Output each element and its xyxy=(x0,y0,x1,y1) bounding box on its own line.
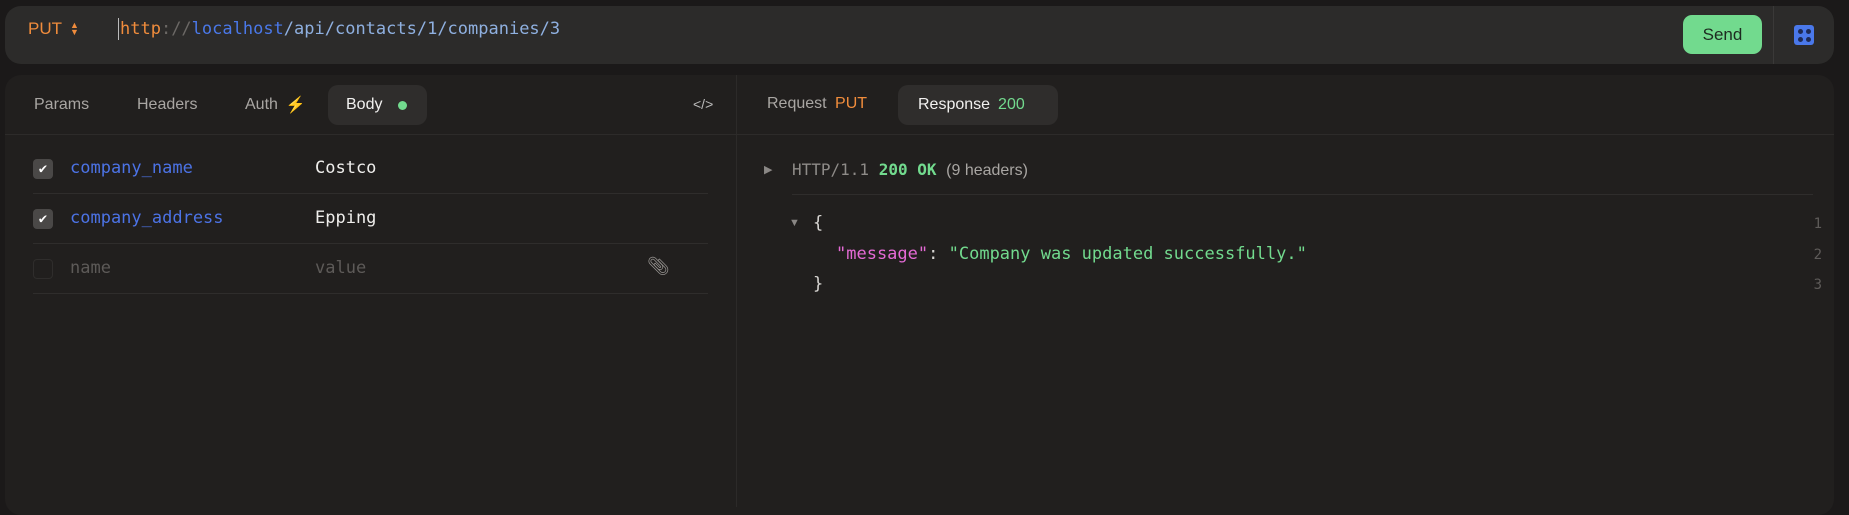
param-value[interactable]: Epping xyxy=(315,208,376,228)
main-panel xyxy=(5,75,1834,515)
status-line: HTTP/1.1 200 OK (9 headers) xyxy=(792,160,1028,180)
chevron-updown-icon: ▲ ▼ xyxy=(70,20,79,37)
line-number: 3 xyxy=(1813,277,1822,293)
body-row-new: name value 📎︎ xyxy=(33,244,708,294)
name-input[interactable]: name xyxy=(70,258,111,278)
status-text: 200 OK xyxy=(878,160,937,179)
tab-label: Auth xyxy=(245,96,278,113)
code-icon[interactable]: </> xyxy=(693,96,713,112)
paperclip-icon[interactable]: 📎︎ xyxy=(647,256,670,277)
param-value[interactable]: Costco xyxy=(315,158,376,178)
tab-body[interactable]: Body xyxy=(328,85,427,125)
apps-grid-icon[interactable] xyxy=(1794,25,1814,45)
status-badge: 200 xyxy=(998,96,1025,113)
lightning-icon: ⚡ xyxy=(285,97,306,114)
expand-headers-icon[interactable]: ▶ xyxy=(764,163,772,176)
row-checkbox[interactable]: ✔ xyxy=(33,159,53,179)
pane-divider[interactable] xyxy=(736,75,737,507)
divider xyxy=(1773,6,1774,64)
json-value: "Company was updated successfully." xyxy=(948,244,1307,264)
method-select[interactable]: PUT ▲ ▼ xyxy=(28,19,79,39)
active-dot-icon xyxy=(398,100,408,110)
json-close-brace: } xyxy=(813,274,824,294)
row-checkbox[interactable]: ✔ xyxy=(33,209,53,229)
request-method-badge: PUT xyxy=(835,95,868,112)
tab-request[interactable]: Request PUT xyxy=(767,95,867,113)
url-path: /api/contacts/1/companies/3 xyxy=(283,19,561,39)
collapse-icon[interactable]: ▼ xyxy=(789,217,800,229)
line-number: 1 xyxy=(1813,216,1822,232)
json-key: "message" xyxy=(836,244,929,264)
param-name[interactable]: company_address xyxy=(70,208,224,228)
tabs-divider xyxy=(5,134,1834,135)
json-line: "message": "Company was updated successf… xyxy=(836,244,1307,264)
tab-headers[interactable]: Headers xyxy=(117,85,217,125)
tab-label: Request xyxy=(767,95,827,112)
tab-label: Params xyxy=(34,96,90,113)
tab-label: Response xyxy=(918,96,991,113)
body-row: ✔ company_address Epping xyxy=(33,194,708,244)
divider xyxy=(792,194,1813,195)
headers-count: (9 headers) xyxy=(946,162,1028,179)
tab-auth[interactable]: Auth ⚡ xyxy=(225,85,326,125)
line-number: 2 xyxy=(1813,247,1822,263)
url-sep: :// xyxy=(160,19,192,39)
tab-response[interactable]: Response 200 xyxy=(898,85,1058,125)
json-open-brace: { xyxy=(813,213,824,233)
tab-label: Body xyxy=(346,96,383,113)
url-host: localhost xyxy=(191,19,284,39)
json-colon: : xyxy=(928,244,939,264)
value-input[interactable]: value xyxy=(315,258,366,278)
row-checkbox[interactable] xyxy=(33,259,53,279)
protocol: HTTP/1.1 xyxy=(792,160,870,179)
body-row: ✔ company_name Costco xyxy=(33,144,708,194)
send-button[interactable]: Send xyxy=(1683,15,1762,54)
param-name[interactable]: company_name xyxy=(70,158,193,178)
url-scheme: http xyxy=(120,19,161,39)
tab-params[interactable]: Params xyxy=(14,85,109,125)
method-label: PUT xyxy=(28,19,62,38)
url-input[interactable]: http://localhost/api/contacts/1/companie… xyxy=(118,18,560,40)
tab-label: Headers xyxy=(137,96,198,113)
